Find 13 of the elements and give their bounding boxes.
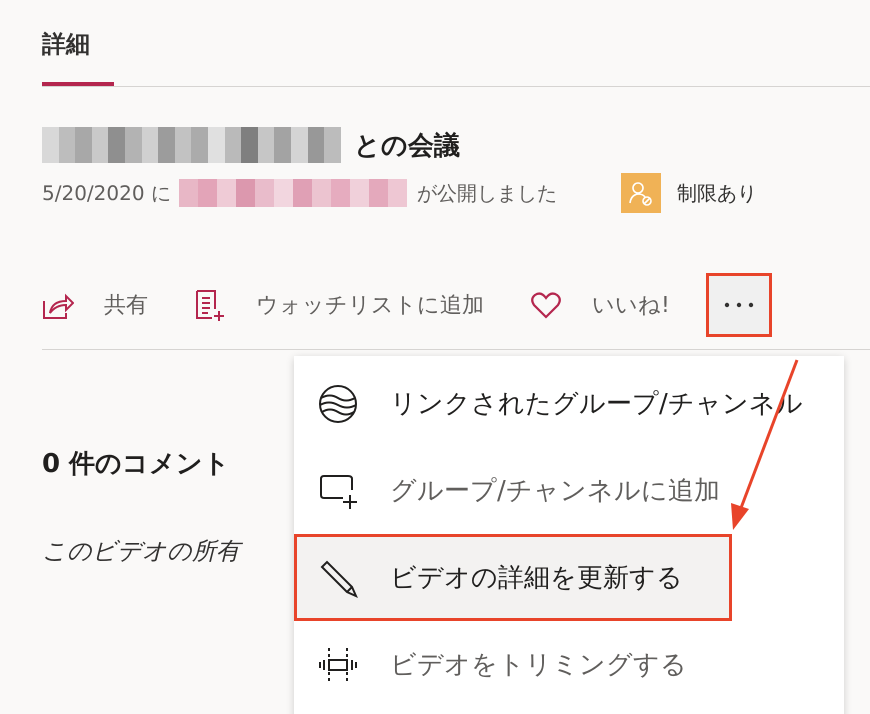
- watchlist-add-icon[interactable]: [194, 289, 226, 321]
- restricted-user-icon: [620, 173, 661, 213]
- more-icon: [724, 302, 754, 308]
- video-title: との会議: [354, 130, 460, 162]
- publish-date: 5/20/2020 に: [42, 180, 171, 206]
- restriction-label: 制限あり: [676, 180, 757, 206]
- more-button[interactable]: [706, 273, 772, 337]
- like-label[interactable]: いいね!: [592, 290, 670, 320]
- publish-note: が公開しました: [416, 180, 557, 206]
- share-label[interactable]: 共有: [104, 290, 148, 320]
- globe-icon: [318, 384, 358, 424]
- comments-heading: 0 件のコメント: [42, 448, 232, 481]
- watchlist-label[interactable]: ウォッチリストに追加: [256, 290, 484, 320]
